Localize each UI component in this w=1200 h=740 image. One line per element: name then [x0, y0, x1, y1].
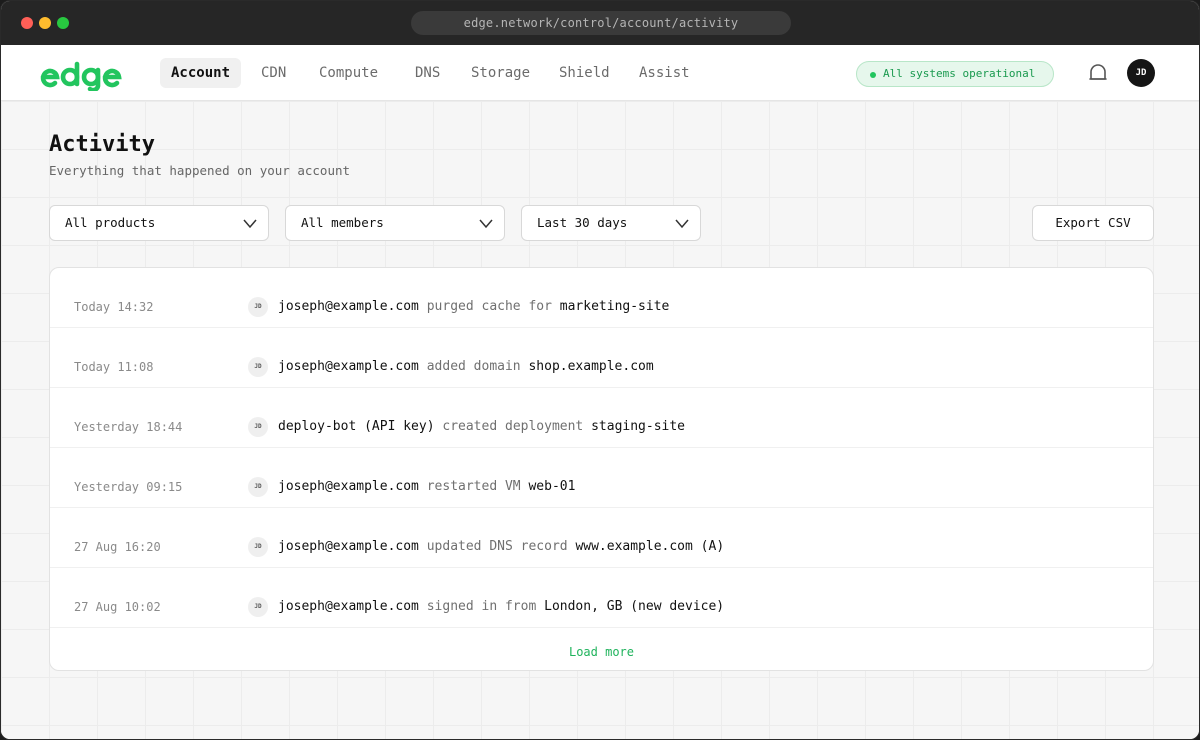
activity-time: Yesterday 09:15 [74, 480, 183, 494]
activity-description: deploy-bot (API key) created deployment … [278, 418, 685, 436]
activity-target[interactable]: shop.example.com [528, 359, 653, 374]
nav-tab-compute[interactable]: Compute [308, 58, 389, 88]
nav-tab-dns[interactable]: DNS [404, 58, 451, 88]
chevron-down-icon [675, 219, 689, 229]
activity-row: Today 11:08 JD joseph@example.com added … [50, 328, 1153, 388]
activity-time: 27 Aug 16:20 [74, 540, 161, 554]
activity-action: signed in from [426, 599, 537, 614]
activity-target[interactable]: www.example.com (A) [575, 539, 724, 554]
bell-icon[interactable] [1087, 62, 1109, 84]
status-dot-icon [870, 72, 876, 78]
nav-tab-assist[interactable]: Assist [628, 58, 701, 88]
activity-action: created deployment [442, 419, 584, 434]
activity-action: updated DNS record [426, 539, 568, 554]
activity-actor: joseph@example.com [278, 539, 419, 554]
activity-actor: joseph@example.com [278, 359, 419, 374]
nav-tab-cdn[interactable]: CDN [250, 58, 297, 88]
actor-avatar: JD [248, 537, 268, 557]
edge-logo[interactable] [39, 59, 129, 91]
close-window-button[interactable] [21, 17, 33, 29]
nav-tab-storage[interactable]: Storage [460, 58, 541, 88]
activity-time: 27 Aug 10:02 [74, 600, 161, 614]
nav-tab-account[interactable]: Account [160, 58, 242, 88]
member-filter-value: All members [301, 215, 384, 230]
load-more-button[interactable]: Load more [50, 645, 1153, 659]
activity-target[interactable]: London, GB (new device) [544, 599, 724, 614]
product-filter-value: All products [65, 215, 156, 230]
date-range-value: Last 30 days [537, 215, 628, 230]
page-title: Activity [49, 132, 155, 157]
activity-actor: deploy-bot (API key) [278, 419, 435, 434]
activity-row: 27 Aug 10:02 JD joseph@example.com signe… [50, 568, 1153, 628]
activity-action: purged cache for [426, 299, 552, 314]
system-status-badge[interactable]: All systems operational [856, 61, 1054, 87]
title-bar: edge.network/control/account/activity [1, 1, 1199, 45]
minimize-window-button[interactable] [39, 17, 51, 29]
product-filter-select[interactable]: All products [49, 205, 269, 241]
activity-action: restarted VM [426, 479, 521, 494]
main-content: Activity Everything that happened on you… [1, 101, 1199, 739]
maximize-window-button[interactable] [57, 17, 69, 29]
top-navigation: Account CDN Compute DNS Storage Shield A… [1, 45, 1199, 101]
activity-time: Today 14:32 [74, 300, 154, 314]
activity-time: Yesterday 18:44 [74, 420, 183, 434]
activity-list: Today 14:32 JD joseph@example.com purged… [49, 267, 1154, 671]
actor-avatar: JD [248, 477, 268, 497]
system-status-text: All systems operational [883, 67, 1036, 80]
activity-row: 27 Aug 16:20 JD joseph@example.com updat… [50, 508, 1153, 568]
actor-avatar: JD [248, 597, 268, 617]
chevron-down-icon [479, 219, 493, 229]
actor-avatar: JD [248, 357, 268, 377]
activity-target[interactable]: web-01 [528, 479, 575, 494]
activity-time: Today 11:08 [74, 360, 154, 374]
member-filter-select[interactable]: All members [285, 205, 505, 241]
page-subtitle: Everything that happened on your account [49, 163, 351, 178]
date-range-select[interactable]: Last 30 days [521, 205, 701, 241]
activity-target[interactable]: staging-site [591, 419, 685, 434]
activity-row: Yesterday 18:44 JD deploy-bot (API key) … [50, 388, 1153, 448]
activity-actor: joseph@example.com [278, 599, 419, 614]
activity-action: added domain [426, 359, 521, 374]
nav-tab-shield[interactable]: Shield [548, 58, 621, 88]
user-avatar[interactable]: JD [1127, 59, 1155, 87]
activity-target[interactable]: marketing-site [560, 299, 670, 314]
activity-description: joseph@example.com signed in from London… [278, 598, 724, 616]
activity-description: joseph@example.com added domain shop.exa… [278, 358, 654, 376]
chevron-down-icon [243, 219, 257, 229]
address-bar[interactable]: edge.network/control/account/activity [411, 11, 791, 35]
activity-actor: joseph@example.com [278, 479, 419, 494]
activity-actor: joseph@example.com [278, 299, 419, 314]
actor-avatar: JD [248, 297, 268, 317]
activity-description: joseph@example.com restarted VM web-01 [278, 478, 575, 496]
export-csv-button[interactable]: Export CSV [1032, 205, 1154, 241]
browser-window: edge.network/control/account/activity Ac… [0, 0, 1200, 740]
activity-description: joseph@example.com purged cache for mark… [278, 298, 669, 316]
activity-description: joseph@example.com updated DNS record ww… [278, 538, 724, 556]
activity-row: Yesterday 09:15 JD joseph@example.com re… [50, 448, 1153, 508]
actor-avatar: JD [248, 417, 268, 437]
activity-row: Today 14:32 JD joseph@example.com purged… [50, 268, 1153, 328]
